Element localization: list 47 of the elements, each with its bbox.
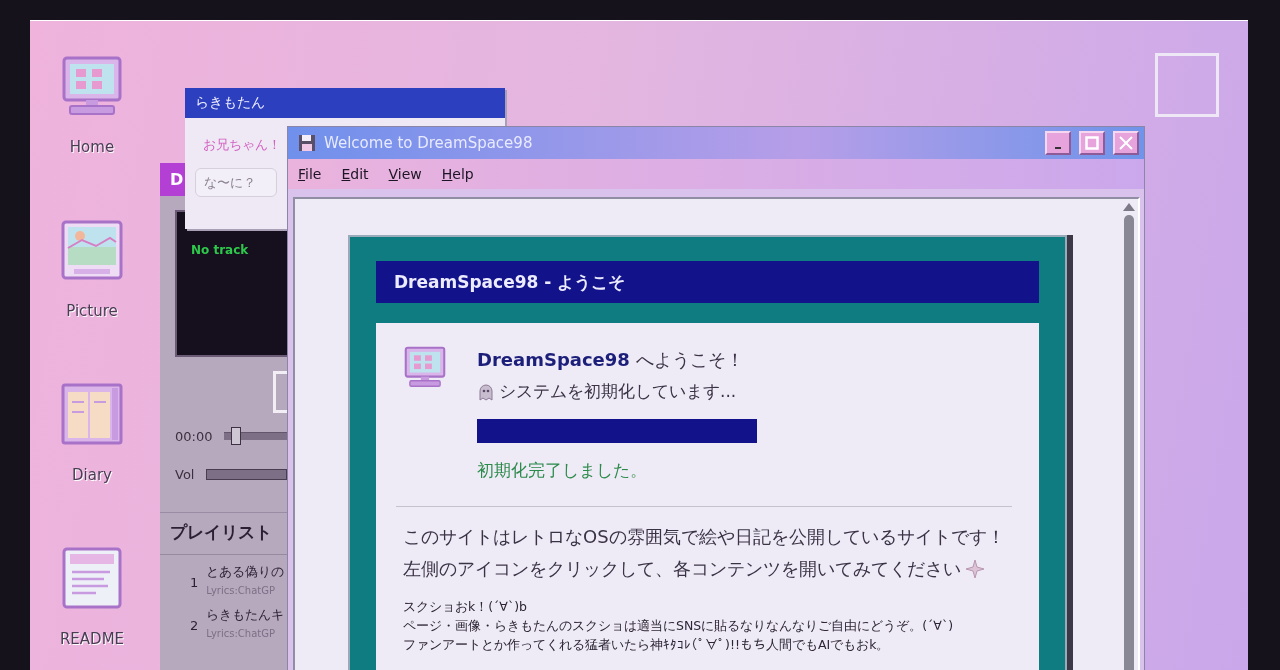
minimize-icon xyxy=(1055,147,1061,149)
intro-text: このサイトはレトロなOSの雰囲気で絵や日記を公開しているサイトです！ xyxy=(403,525,1005,549)
time-display: 00:00 xyxy=(175,428,213,444)
note-text: ファンアートとか作ってくれる猛者いたら神ｷﾀｺﾚ(ﾟ∀ﾟ)!!もち人間でもAIでもおk。 xyxy=(403,637,891,654)
track-number: 1 xyxy=(190,574,199,590)
sparkle-icon xyxy=(965,559,985,579)
landscape-icon xyxy=(60,218,124,282)
icon-label[interactable]: README xyxy=(59,630,125,648)
volume-slider[interactable] xyxy=(207,470,286,479)
close-button[interactable] xyxy=(1113,131,1139,155)
status-text: システムを初期化しています... xyxy=(499,380,737,403)
track-credit: Lyrics:ChatGP xyxy=(206,628,276,639)
window-title: Welcome to DreamSpace98 xyxy=(324,134,534,152)
panel-header: DreamSpace98 - ようこそ xyxy=(376,261,1039,303)
reply-field[interactable]: な〜に？ xyxy=(195,168,277,197)
square-outline xyxy=(1155,53,1219,117)
maximize-icon xyxy=(1085,136,1099,150)
window-title: らきもたん xyxy=(185,88,505,118)
track-title[interactable]: らきもたんキ xyxy=(206,606,285,624)
menu-item[interactable]: View xyxy=(388,166,422,182)
track-status: No track xyxy=(191,243,249,257)
notebook-icon xyxy=(60,382,124,446)
note-text: ページ・画像・らきもたんのスクショは適当にSNSに貼るなりなんなりご自由にどうぞ。(´∀`) xyxy=(403,618,955,635)
menu-item[interactable]: Help xyxy=(441,166,474,182)
chat-message: お兄ちゃん！ xyxy=(202,136,281,154)
maximize-button[interactable] xyxy=(1079,131,1105,155)
complete-message: 初期化完了しました。 xyxy=(477,459,648,482)
menu-item[interactable]: File xyxy=(298,166,322,182)
computer-icon xyxy=(403,345,447,389)
icon-label[interactable]: Home xyxy=(69,138,115,156)
scroll-up-icon[interactable] xyxy=(1123,203,1135,211)
computer-icon xyxy=(60,54,124,118)
volume-label: Vol xyxy=(175,467,195,482)
close-icon xyxy=(1119,136,1133,150)
document-icon xyxy=(60,546,124,610)
track-title[interactable]: とある偽りの xyxy=(206,563,285,581)
ghost-icon xyxy=(477,382,495,401)
slider-thumb[interactable] xyxy=(230,427,241,445)
welcome-text: DreamSpace98 へようこそ！ xyxy=(477,348,745,372)
icon-label[interactable]: Diary xyxy=(72,466,112,484)
intro-text: 左側のアイコンをクリックして、各コンテンツを開いてみてください xyxy=(403,557,961,581)
menu-item[interactable]: Edit xyxy=(341,166,369,182)
icon-label[interactable]: Picture xyxy=(66,302,118,320)
track-number: 2 xyxy=(190,617,199,633)
minimize-button[interactable] xyxy=(1045,131,1071,155)
note-text: スクショおk！(´∀`)b xyxy=(403,599,528,616)
track-credit: Lyrics:ChatGP xyxy=(206,585,276,596)
